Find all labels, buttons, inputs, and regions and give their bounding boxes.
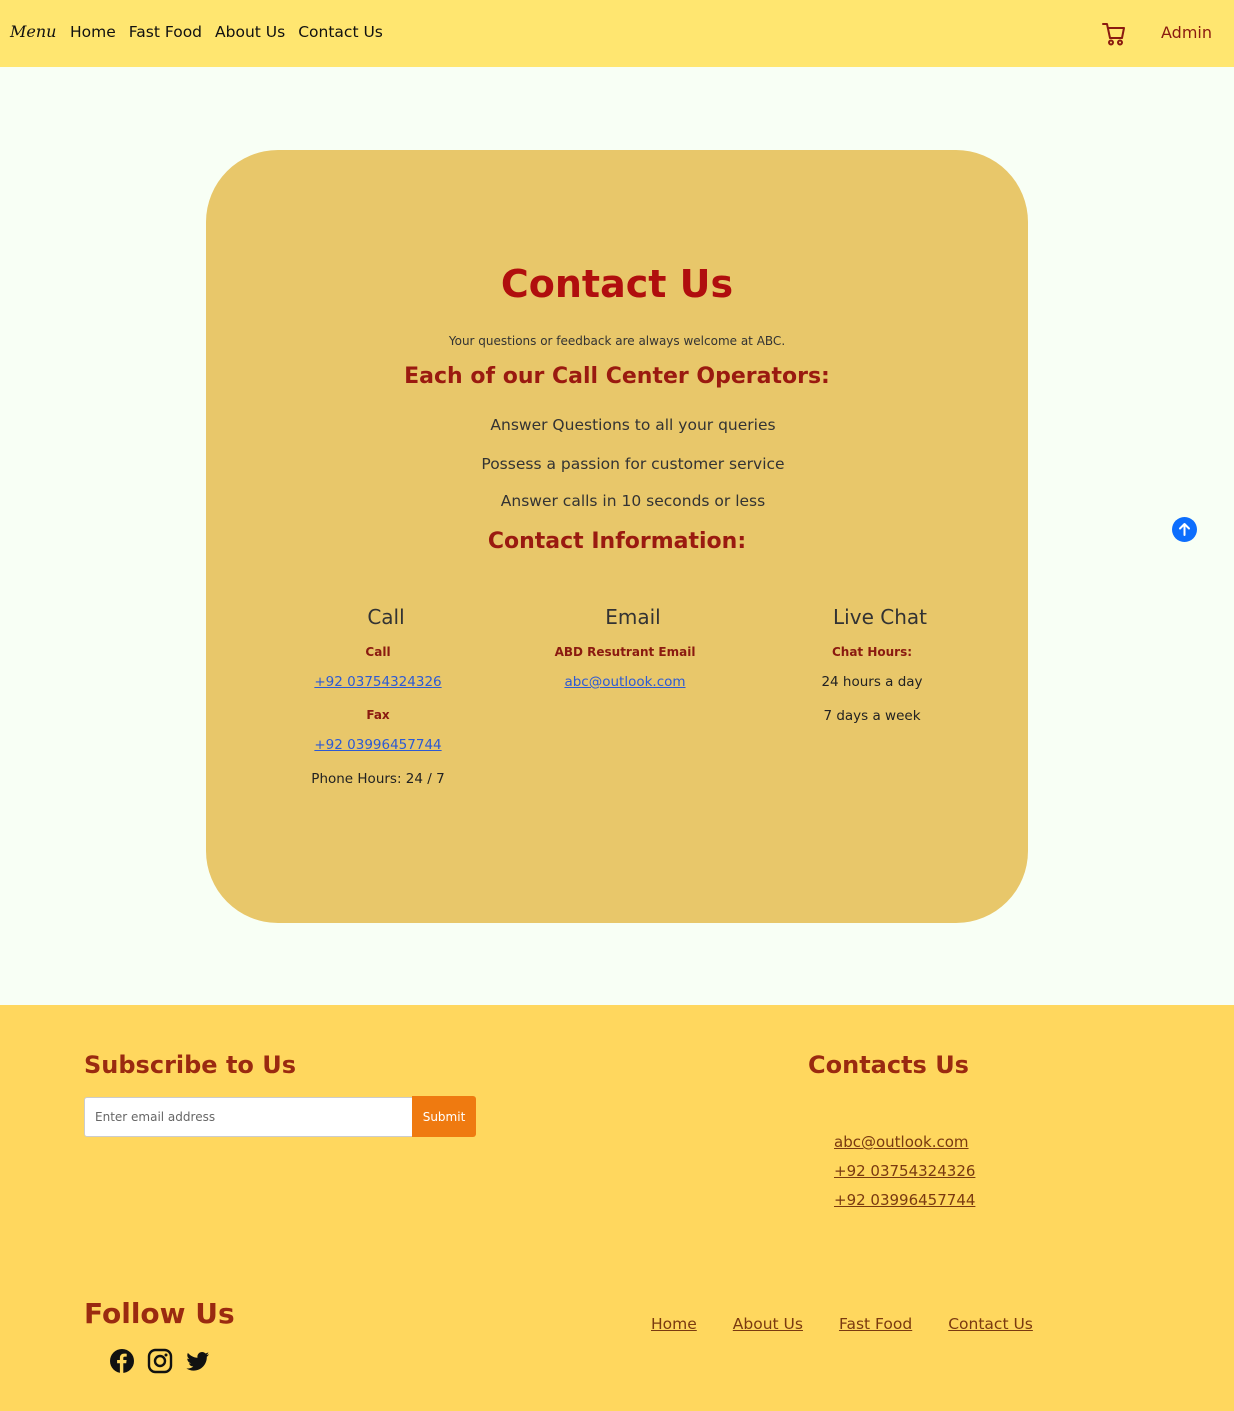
page-subtitle: Your questions or feedback are always we… bbox=[448, 334, 786, 348]
call-number-link[interactable]: +92 03754324326 bbox=[258, 674, 498, 690]
admin-link[interactable]: Admin bbox=[1161, 23, 1212, 42]
footer-about-us-link[interactable]: About Us bbox=[733, 1315, 803, 1333]
scroll-to-top-button[interactable] bbox=[1172, 517, 1197, 542]
nav-fast-food-link[interactable]: Fast Food bbox=[129, 23, 202, 41]
footer-contacts-list: abc@outlook.com +92 03754324326 +92 0399… bbox=[834, 1133, 975, 1220]
chat-hours-week: 7 days a week bbox=[823, 708, 921, 724]
footer-phone-link[interactable]: +92 03754324326 bbox=[834, 1162, 975, 1180]
footer-fax-link[interactable]: +92 03996457744 bbox=[834, 1191, 975, 1209]
nav-contact-us-link[interactable]: Contact Us bbox=[298, 23, 383, 41]
subscribe-heading: Subscribe to Us bbox=[84, 1051, 297, 1079]
email-column: Email ABD Resutrant Email abc@outlook.co… bbox=[505, 605, 745, 690]
navbar: Menu Home Fast Food About Us Contact Us … bbox=[0, 0, 1234, 67]
footer-email-link[interactable]: abc@outlook.com bbox=[834, 1133, 975, 1151]
nav-about-us-link[interactable]: About Us bbox=[215, 23, 285, 41]
contact-info-heading: Contact Information: bbox=[487, 529, 747, 554]
twitter-icon[interactable] bbox=[185, 1348, 211, 1374]
footer-contacts-heading: Contacts Us bbox=[808, 1051, 969, 1079]
chat-hours-label: Chat Hours: bbox=[831, 645, 913, 659]
footer-nav: Home About Us Fast Food Contact Us bbox=[651, 1315, 1033, 1333]
call-title: Call bbox=[367, 605, 405, 629]
contact-card: Contact Us Your questions or feedback ar… bbox=[206, 150, 1028, 923]
email-title: Email bbox=[605, 605, 661, 629]
operator-item: Possess a passion for customer service bbox=[481, 455, 785, 473]
footer-fast-food-link[interactable]: Fast Food bbox=[839, 1315, 912, 1333]
email-address-link[interactable]: abc@outlook.com bbox=[505, 674, 745, 690]
arrow-up-icon bbox=[1179, 523, 1190, 536]
facebook-icon[interactable] bbox=[109, 1348, 135, 1374]
footer: Subscribe to Us Submit Contacts Us abc@o… bbox=[0, 1005, 1234, 1411]
subscribe-submit-button[interactable]: Submit bbox=[412, 1096, 476, 1137]
email-label: ABD Resutrant Email bbox=[554, 645, 696, 659]
operators-heading: Each of our Call Center Operators: bbox=[404, 364, 830, 389]
footer-home-link[interactable]: Home bbox=[651, 1315, 697, 1333]
call-column: Call Call +92 03754324326 Fax +92 039964… bbox=[258, 605, 498, 787]
nav-home-link[interactable]: Home bbox=[70, 23, 116, 41]
subscribe-email-input[interactable] bbox=[84, 1097, 413, 1137]
instagram-icon[interactable] bbox=[147, 1348, 173, 1374]
cart-icon[interactable] bbox=[1101, 21, 1127, 47]
footer-contact-us-link[interactable]: Contact Us bbox=[948, 1315, 1033, 1333]
page-title: Contact Us bbox=[500, 262, 734, 306]
operator-item: Answer calls in 10 seconds or less bbox=[500, 492, 766, 510]
call-label: Call bbox=[365, 645, 391, 659]
menu-brand[interactable]: Menu bbox=[10, 22, 56, 41]
social-icons bbox=[109, 1348, 211, 1374]
operator-item: Answer Questions to all your queries bbox=[490, 416, 776, 434]
live-chat-column: Live Chat Chat Hours: 24 hours a day 7 d… bbox=[752, 605, 992, 724]
nav-links: Home Fast Food About Us Contact Us bbox=[70, 23, 383, 41]
live-chat-title: Live Chat bbox=[833, 605, 927, 629]
phone-hours: Phone Hours: 24 / 7 bbox=[311, 771, 445, 787]
fax-label: Fax bbox=[366, 708, 390, 722]
chat-hours-day: 24 hours a day bbox=[821, 674, 923, 690]
fax-number-link[interactable]: +92 03996457744 bbox=[258, 737, 498, 753]
follow-heading: Follow Us bbox=[84, 1297, 235, 1330]
